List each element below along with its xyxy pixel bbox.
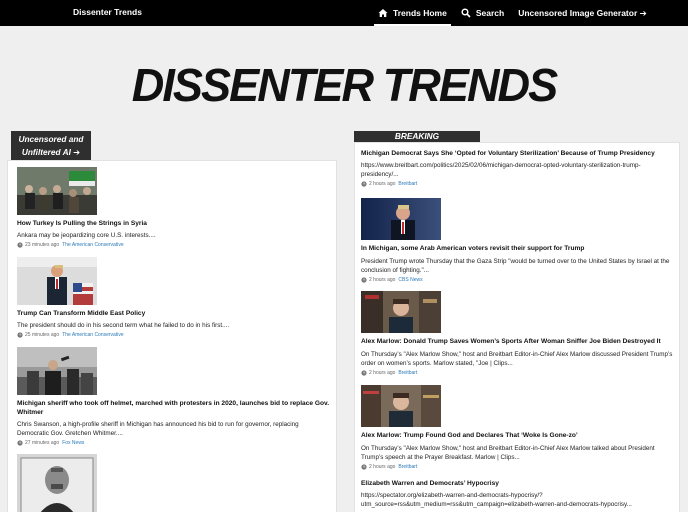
article-thumbnail[interactable] xyxy=(17,257,97,305)
article-description: The president should do in his second te… xyxy=(17,322,230,329)
article-card[interactable]: Trump Can Transform Middle East Policy T… xyxy=(17,257,332,338)
clock-icon xyxy=(17,242,23,248)
clock-icon xyxy=(361,464,367,470)
breaking-item[interactable]: In Michigan, some Arab American voters r… xyxy=(361,198,673,283)
breaking-item[interactable]: Alex Marlow: Trump Found God and Declare… xyxy=(361,385,673,470)
article-time: 25 minutes ago xyxy=(25,332,60,338)
article-card[interactable]: Michigan sheriff who took off helmet, ma… xyxy=(17,347,332,446)
breaking-thumbnail[interactable] xyxy=(361,291,441,333)
breaking-feed: Michigan Democrat Says She ‘Opted for Vo… xyxy=(354,142,680,512)
nav-trends-home[interactable]: Trends Home xyxy=(374,0,451,26)
breaking-source[interactable]: CBS News xyxy=(398,277,422,283)
left-feed: How Turkey Is Pulling the Strings in Syr… xyxy=(7,160,337,512)
breaking-description: https://www.breitbart.com/politics/2025/… xyxy=(361,162,641,178)
article-thumbnail[interactable] xyxy=(17,167,97,215)
breaking-source[interactable]: Breitbart xyxy=(398,370,417,376)
clock-icon xyxy=(17,332,23,338)
breaking-item[interactable]: Elizabeth Warren and Democrats’ Hypocris… xyxy=(361,479,673,509)
article-meta: 25 minutes ago The American Conservative xyxy=(17,332,332,338)
article-time: 23 minutes ago xyxy=(25,242,60,248)
breaking-thumbnail[interactable] xyxy=(361,198,441,240)
article-card[interactable]: How Turkey Is Pulling the Strings in Syr… xyxy=(17,167,332,248)
article-description: Chris Swanson, a high-profile sheriff in… xyxy=(17,421,299,437)
nav-menu: Trends Home Search Uncensored Image Gene… xyxy=(374,0,651,26)
breaking-source[interactable]: Breitbart xyxy=(398,181,417,187)
breaking-title[interactable]: Alex Marlow: Trump Found God and Declare… xyxy=(361,431,673,440)
breaking-description: https://spectator.org/elizabeth-warren-a… xyxy=(361,492,632,508)
home-icon xyxy=(378,9,388,17)
article-description: Ankara may be jeopardizing core U.S. int… xyxy=(17,232,156,239)
breaking-title[interactable]: Alex Marlow: Donald Trump Saves Women’s … xyxy=(361,337,673,346)
nav-trends-home-label: Trends Home xyxy=(393,8,447,18)
article-source[interactable]: The American Conservative xyxy=(62,242,123,248)
article-card[interactable] xyxy=(17,454,332,512)
clock-icon xyxy=(361,370,367,376)
breaking-item[interactable]: Michigan Democrat Says She ‘Opted for Vo… xyxy=(361,149,673,187)
nav-search[interactable]: Search xyxy=(457,0,508,26)
article-meta: 23 minutes ago The American Conservative xyxy=(17,242,332,248)
breaking-time: 2 hours ago xyxy=(369,464,396,470)
brand-link[interactable]: Dissenter Trends xyxy=(73,7,142,17)
clock-icon xyxy=(17,440,23,446)
clock-icon xyxy=(361,181,367,187)
clock-icon xyxy=(361,277,367,283)
breaking-meta: 2 hours ago Breitbart xyxy=(361,181,673,187)
article-source[interactable]: The American Conservative xyxy=(62,332,123,338)
article-thumbnail[interactable] xyxy=(17,454,97,512)
breaking-title[interactable]: Michigan Democrat Says She ‘Opted for Vo… xyxy=(361,149,673,158)
breaking-description: On Thursday’s "Alex Marlow Show," host a… xyxy=(361,445,655,461)
breaking-description: On Thursday’s "Alex Marlow Show," host a… xyxy=(361,351,673,367)
article-title[interactable]: Michigan sheriff who took off helmet, ma… xyxy=(17,399,332,417)
article-title[interactable]: How Turkey Is Pulling the Strings in Syr… xyxy=(17,219,332,228)
top-nav-bar: Dissenter Trends Trends Home Search Unce… xyxy=(0,0,688,26)
breaking-meta: 2 hours ago Breitbart xyxy=(361,464,673,470)
breaking-time: 2 hours ago xyxy=(369,370,396,376)
breaking-description: President Trump wrote Thursday that the … xyxy=(361,258,670,274)
breaking-source[interactable]: Breitbart xyxy=(398,464,417,470)
search-icon xyxy=(461,8,471,18)
breaking-label: BREAKING xyxy=(354,131,480,142)
article-time: 27 minutes ago xyxy=(25,440,60,446)
article-meta: 27 minutes ago Fox News xyxy=(17,440,332,446)
breaking-meta: 2 hours ago Breitbart xyxy=(361,370,673,376)
article-source[interactable]: Fox News xyxy=(62,440,84,446)
breaking-item[interactable]: Alex Marlow: Donald Trump Saves Women’s … xyxy=(361,291,673,376)
breaking-time: 2 hours ago xyxy=(369,277,396,283)
breaking-thumbnail[interactable] xyxy=(361,385,441,427)
breaking-meta: 2 hours ago CBS News xyxy=(361,277,673,283)
nav-search-label: Search xyxy=(475,8,505,18)
nav-image-generator[interactable]: Uncensored Image Generator ➔ xyxy=(514,0,651,26)
breaking-time: 2 hours ago xyxy=(369,181,396,187)
site-logo[interactable]: DISSENTER TRENDS xyxy=(7,58,681,112)
breaking-title[interactable]: In Michigan, some Arab American voters r… xyxy=(361,244,673,253)
article-title[interactable]: Trump Can Transform Middle East Policy xyxy=(17,309,332,318)
nav-image-generator-label: Uncensored Image Generator ➔ xyxy=(518,7,647,18)
article-thumbnail[interactable] xyxy=(17,347,97,395)
uncensored-ai-banner[interactable]: Uncensored and Unfiltered AI ➔ xyxy=(11,131,91,160)
breaking-title[interactable]: Elizabeth Warren and Democrats’ Hypocris… xyxy=(361,479,673,488)
